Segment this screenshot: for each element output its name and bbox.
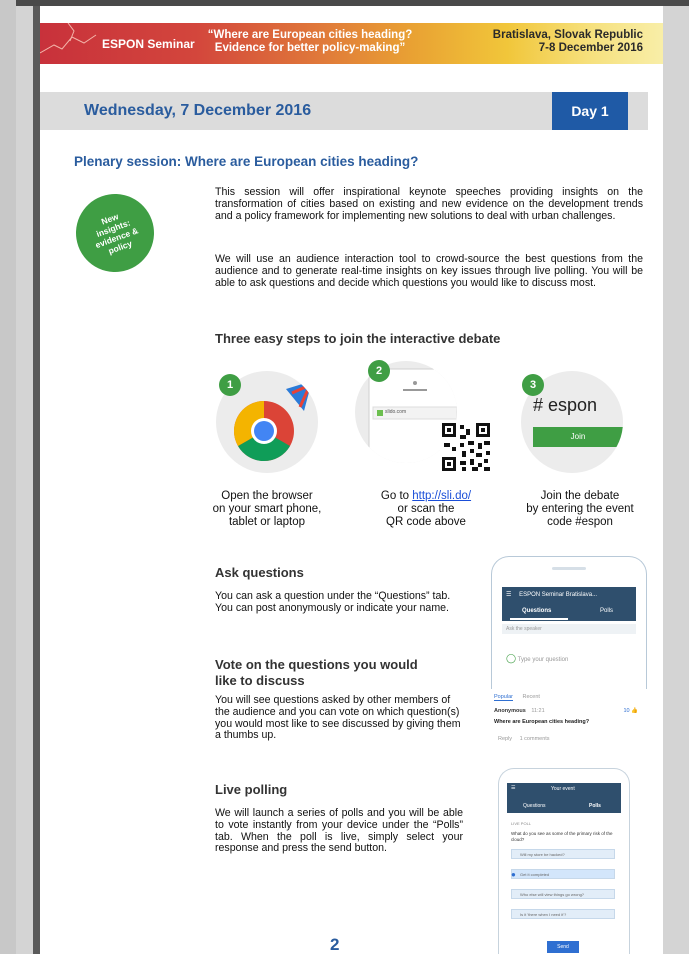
polls-phone-illustration: ☰ Your event Questions Polls LIVE POLL W… bbox=[498, 768, 630, 954]
phone-app-title: ESPON Seminar Bratislava... bbox=[519, 592, 598, 598]
question-tabs: Popular Recent bbox=[494, 694, 540, 701]
poll-option-label: Get it completed bbox=[520, 872, 550, 877]
poll-option-selected: ● Get it completed bbox=[511, 869, 615, 879]
banner-brand: ESPON Seminar bbox=[102, 37, 195, 51]
step-text-line: by entering the event bbox=[526, 503, 634, 515]
poll-question: What do you see as some of the primary r… bbox=[511, 831, 613, 842]
phone2-app-title: Your event bbox=[551, 786, 575, 792]
page-number: 2 bbox=[330, 935, 340, 954]
tab-popular: Popular bbox=[494, 694, 513, 701]
banner-place: Bratislava, Slovak Republic 7-8 December… bbox=[493, 29, 643, 55]
step-text-line: tablet or laptop bbox=[228, 516, 306, 528]
browser-url: slido.com bbox=[385, 409, 407, 415]
qr-code-icon bbox=[440, 421, 492, 473]
page-left-edge bbox=[33, 6, 40, 954]
session-paragraph: We will use an audience interaction tool… bbox=[215, 253, 643, 289]
question-list-illustration: Popular Recent Anonymous 11:21 10 👍 Wher… bbox=[494, 694, 642, 762]
steps-heading: Three easy steps to join the interactive… bbox=[215, 331, 501, 346]
live-polling-heading: Live polling bbox=[215, 782, 288, 797]
banner-quote: “Where are European cities heading? Evid… bbox=[205, 29, 415, 55]
step-1-text: Open the browser on your smart phone, ta… bbox=[192, 490, 342, 529]
step-text-line: Open the browser bbox=[221, 490, 313, 502]
step-number-badge: 2 bbox=[368, 360, 390, 382]
thumbs-up-icon: 👍 bbox=[631, 708, 638, 714]
step-number-badge: 1 bbox=[219, 374, 241, 396]
author-name: Anonymous bbox=[494, 708, 526, 714]
tab-recent: Recent bbox=[522, 694, 540, 700]
question-time: 11:21 bbox=[531, 708, 545, 714]
step-text-line: Go to http://sli.do/ bbox=[351, 490, 501, 503]
phone2-app-header: ☰ Your event Questions Polls bbox=[507, 783, 621, 813]
menu-icon: ☰ bbox=[506, 592, 512, 598]
phone-app-header: ☰ ESPON Seminar Bratislava... bbox=[502, 587, 636, 603]
question-text: Where are European cities heading? bbox=[494, 719, 590, 725]
ask-questions-text: You can ask a question under the “Questi… bbox=[215, 590, 451, 614]
send-button-illustration: Send bbox=[547, 941, 579, 953]
seminar-banner: ESPON Seminar “Where are European cities… bbox=[40, 23, 663, 64]
date-bar: Wednesday, 7 December 2016 Day 1 bbox=[40, 92, 648, 130]
event-code-display: # espon bbox=[533, 395, 598, 415]
badge-text: New insights: evidence & policy bbox=[93, 211, 140, 256]
step-text-prefix: Go to bbox=[380, 490, 413, 502]
question-author: Anonymous 11:21 bbox=[494, 708, 545, 714]
date-heading: Wednesday, 7 December 2016 bbox=[84, 102, 312, 119]
banner-date-line: 7-8 December 2016 bbox=[538, 42, 643, 54]
step-2-text: Go to http://sli.do/ or scan the QR code… bbox=[351, 490, 501, 529]
tab-polls: Polls bbox=[589, 803, 601, 809]
radio-selected-icon: ● bbox=[511, 870, 516, 879]
banner-quote-line: “Where are European cities heading? bbox=[207, 29, 413, 41]
vote-count: 10 👍 bbox=[623, 708, 638, 714]
poll-option: Will my store be hacked? bbox=[511, 849, 615, 859]
day-label: Day 1 bbox=[552, 92, 628, 130]
banner-quote-line: Evidence for better policy-making” bbox=[214, 42, 406, 54]
step-text-line: Join the debate bbox=[540, 490, 620, 502]
ask-speaker-label: Ask the speaker bbox=[502, 624, 636, 634]
question-input-placeholder: Type your question bbox=[517, 657, 569, 663]
vote-count-value: 10 bbox=[623, 708, 630, 714]
banner-place-line: Bratislava, Slovak Republic bbox=[492, 29, 643, 41]
live-polling-text: We will launch a series of polls and you… bbox=[215, 807, 463, 855]
active-tab-indicator bbox=[510, 618, 568, 620]
phone-tabs: Questions Polls bbox=[502, 603, 636, 621]
question-input: ◯ Type your question bbox=[506, 653, 568, 664]
speech-bubble-icon: ◯ bbox=[506, 653, 517, 663]
menu-icon: ☰ bbox=[511, 785, 516, 791]
step-text-line: QR code above bbox=[386, 516, 466, 528]
session-title: Plenary session: Where are European citi… bbox=[74, 154, 419, 169]
question-meta: Reply 1 comments bbox=[498, 736, 550, 742]
phone-speaker bbox=[552, 567, 586, 570]
live-poll-status: LIVE POLL bbox=[511, 821, 532, 826]
reply-label: Reply bbox=[498, 736, 513, 742]
tab-questions: Questions bbox=[522, 608, 552, 614]
tab-questions: Questions bbox=[523, 803, 546, 809]
step-text-line: code #espon bbox=[547, 516, 613, 528]
slido-link[interactable]: http://sli.do/ bbox=[412, 490, 471, 502]
step-number-badge: 3 bbox=[522, 374, 544, 396]
session-paragraph: This session will offer inspirational ke… bbox=[215, 186, 643, 222]
ask-questions-heading: Ask questions bbox=[215, 565, 304, 580]
viewer-left-margin bbox=[0, 0, 16, 954]
poll-option: Is it 'there when I need it'? bbox=[511, 909, 615, 919]
join-button-illustration: Join bbox=[533, 427, 623, 447]
document-page: ESPON Seminar “Where are European cities… bbox=[33, 6, 663, 954]
vote-heading: Vote on the questions you would like to … bbox=[215, 657, 418, 688]
new-insights-badge: New insights: evidence & policy bbox=[65, 183, 165, 283]
tab-polls: Polls bbox=[600, 608, 614, 614]
step-3-text: Join the debate by entering the event co… bbox=[505, 490, 655, 529]
step-text-line: or scan the bbox=[397, 503, 455, 515]
poll-option: Who else will view things go wrong? bbox=[511, 889, 615, 899]
vote-text: You will see questions asked by other me… bbox=[215, 694, 461, 742]
questions-phone-illustration: ☰ ESPON Seminar Bratislava... Questions … bbox=[491, 556, 647, 689]
step-text-line: on your smart phone, bbox=[212, 503, 322, 515]
comments-label: 1 comments bbox=[519, 736, 550, 742]
